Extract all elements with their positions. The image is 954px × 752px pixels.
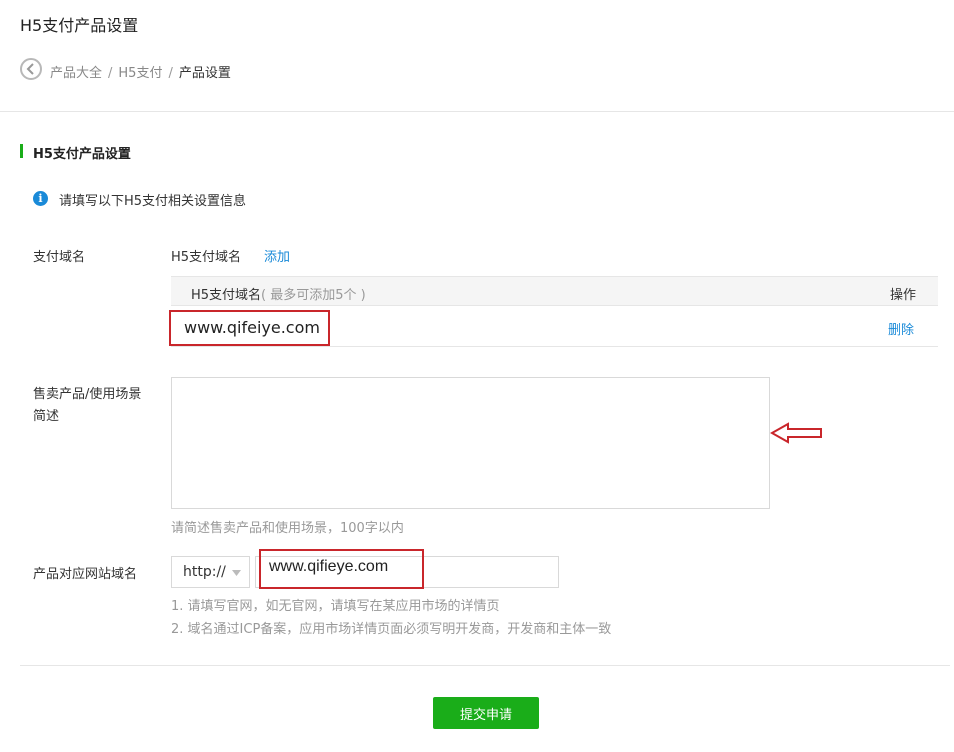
pay-domain-label: 支付域名 (33, 250, 86, 265)
add-domain-link[interactable]: 添加 (264, 246, 290, 265)
description-label-line1: 售卖产品/使用场景 (33, 387, 142, 402)
page-title: H5支付产品设置 (20, 16, 139, 35)
description-textarea[interactable] (171, 377, 770, 509)
column-header-domain-label: H5支付域名 (191, 288, 262, 303)
section-accent-bar (20, 144, 23, 158)
delete-domain-link[interactable]: 删除 (888, 319, 914, 338)
breadcrumb-current: 产品设置 (178, 66, 231, 81)
breadcrumb-item-products[interactable]: 产品大全 (50, 66, 102, 81)
chevron-left-icon (26, 63, 34, 75)
info-icon: i (33, 191, 48, 206)
breadcrumb-separator: / (168, 66, 173, 81)
header-divider (0, 111, 954, 112)
caret-down-icon (232, 570, 241, 576)
protocol-select[interactable]: http:// (171, 556, 250, 588)
footer-divider (20, 665, 950, 666)
website-hint-1: 1. 请填写官网，如无官网，请填写在某应用市场的详情页 (171, 599, 500, 614)
description-label-line2: 简述 (33, 409, 60, 424)
breadcrumb: 产品大全 / H5支付 / 产品设置 (50, 62, 231, 81)
website-domain-label: 产品对应网站域名 (33, 567, 138, 582)
column-header-action: 操作 (889, 288, 916, 303)
description-label: 售卖产品/使用场景 简述 (33, 384, 141, 428)
back-button[interactable] (20, 58, 42, 80)
website-domain-input[interactable] (259, 549, 424, 589)
left-arrow-outline-icon (770, 422, 822, 444)
protocol-value: http:// (183, 564, 226, 580)
column-header-domain: H5支付域名( 最多可添加5个 ) (191, 284, 366, 303)
domain-cell-highlighted: www.qifeiye.com (169, 310, 330, 346)
description-hint: 请简述售卖产品和使用场景，100字以内 (171, 521, 404, 536)
column-header-domain-hint: ( 最多可添加5个 ) (261, 288, 366, 303)
website-hint-2: 2. 域名通过ICP备案，应用市场详情页面必须写明开发商，开发商和主体一致 (171, 622, 612, 637)
domain-table-header: H5支付域名( 最多可添加5个 ) 操作 (171, 276, 938, 306)
submit-button[interactable]: 提交申请 (433, 697, 539, 729)
info-text: 请填写以下H5支付相关设置信息 (59, 194, 247, 209)
h5-domain-heading: H5支付域名 (171, 250, 242, 265)
breadcrumb-separator: / (108, 66, 113, 81)
section-title: H5支付产品设置 (33, 147, 131, 162)
breadcrumb-item-h5pay[interactable]: H5支付 (118, 66, 162, 81)
